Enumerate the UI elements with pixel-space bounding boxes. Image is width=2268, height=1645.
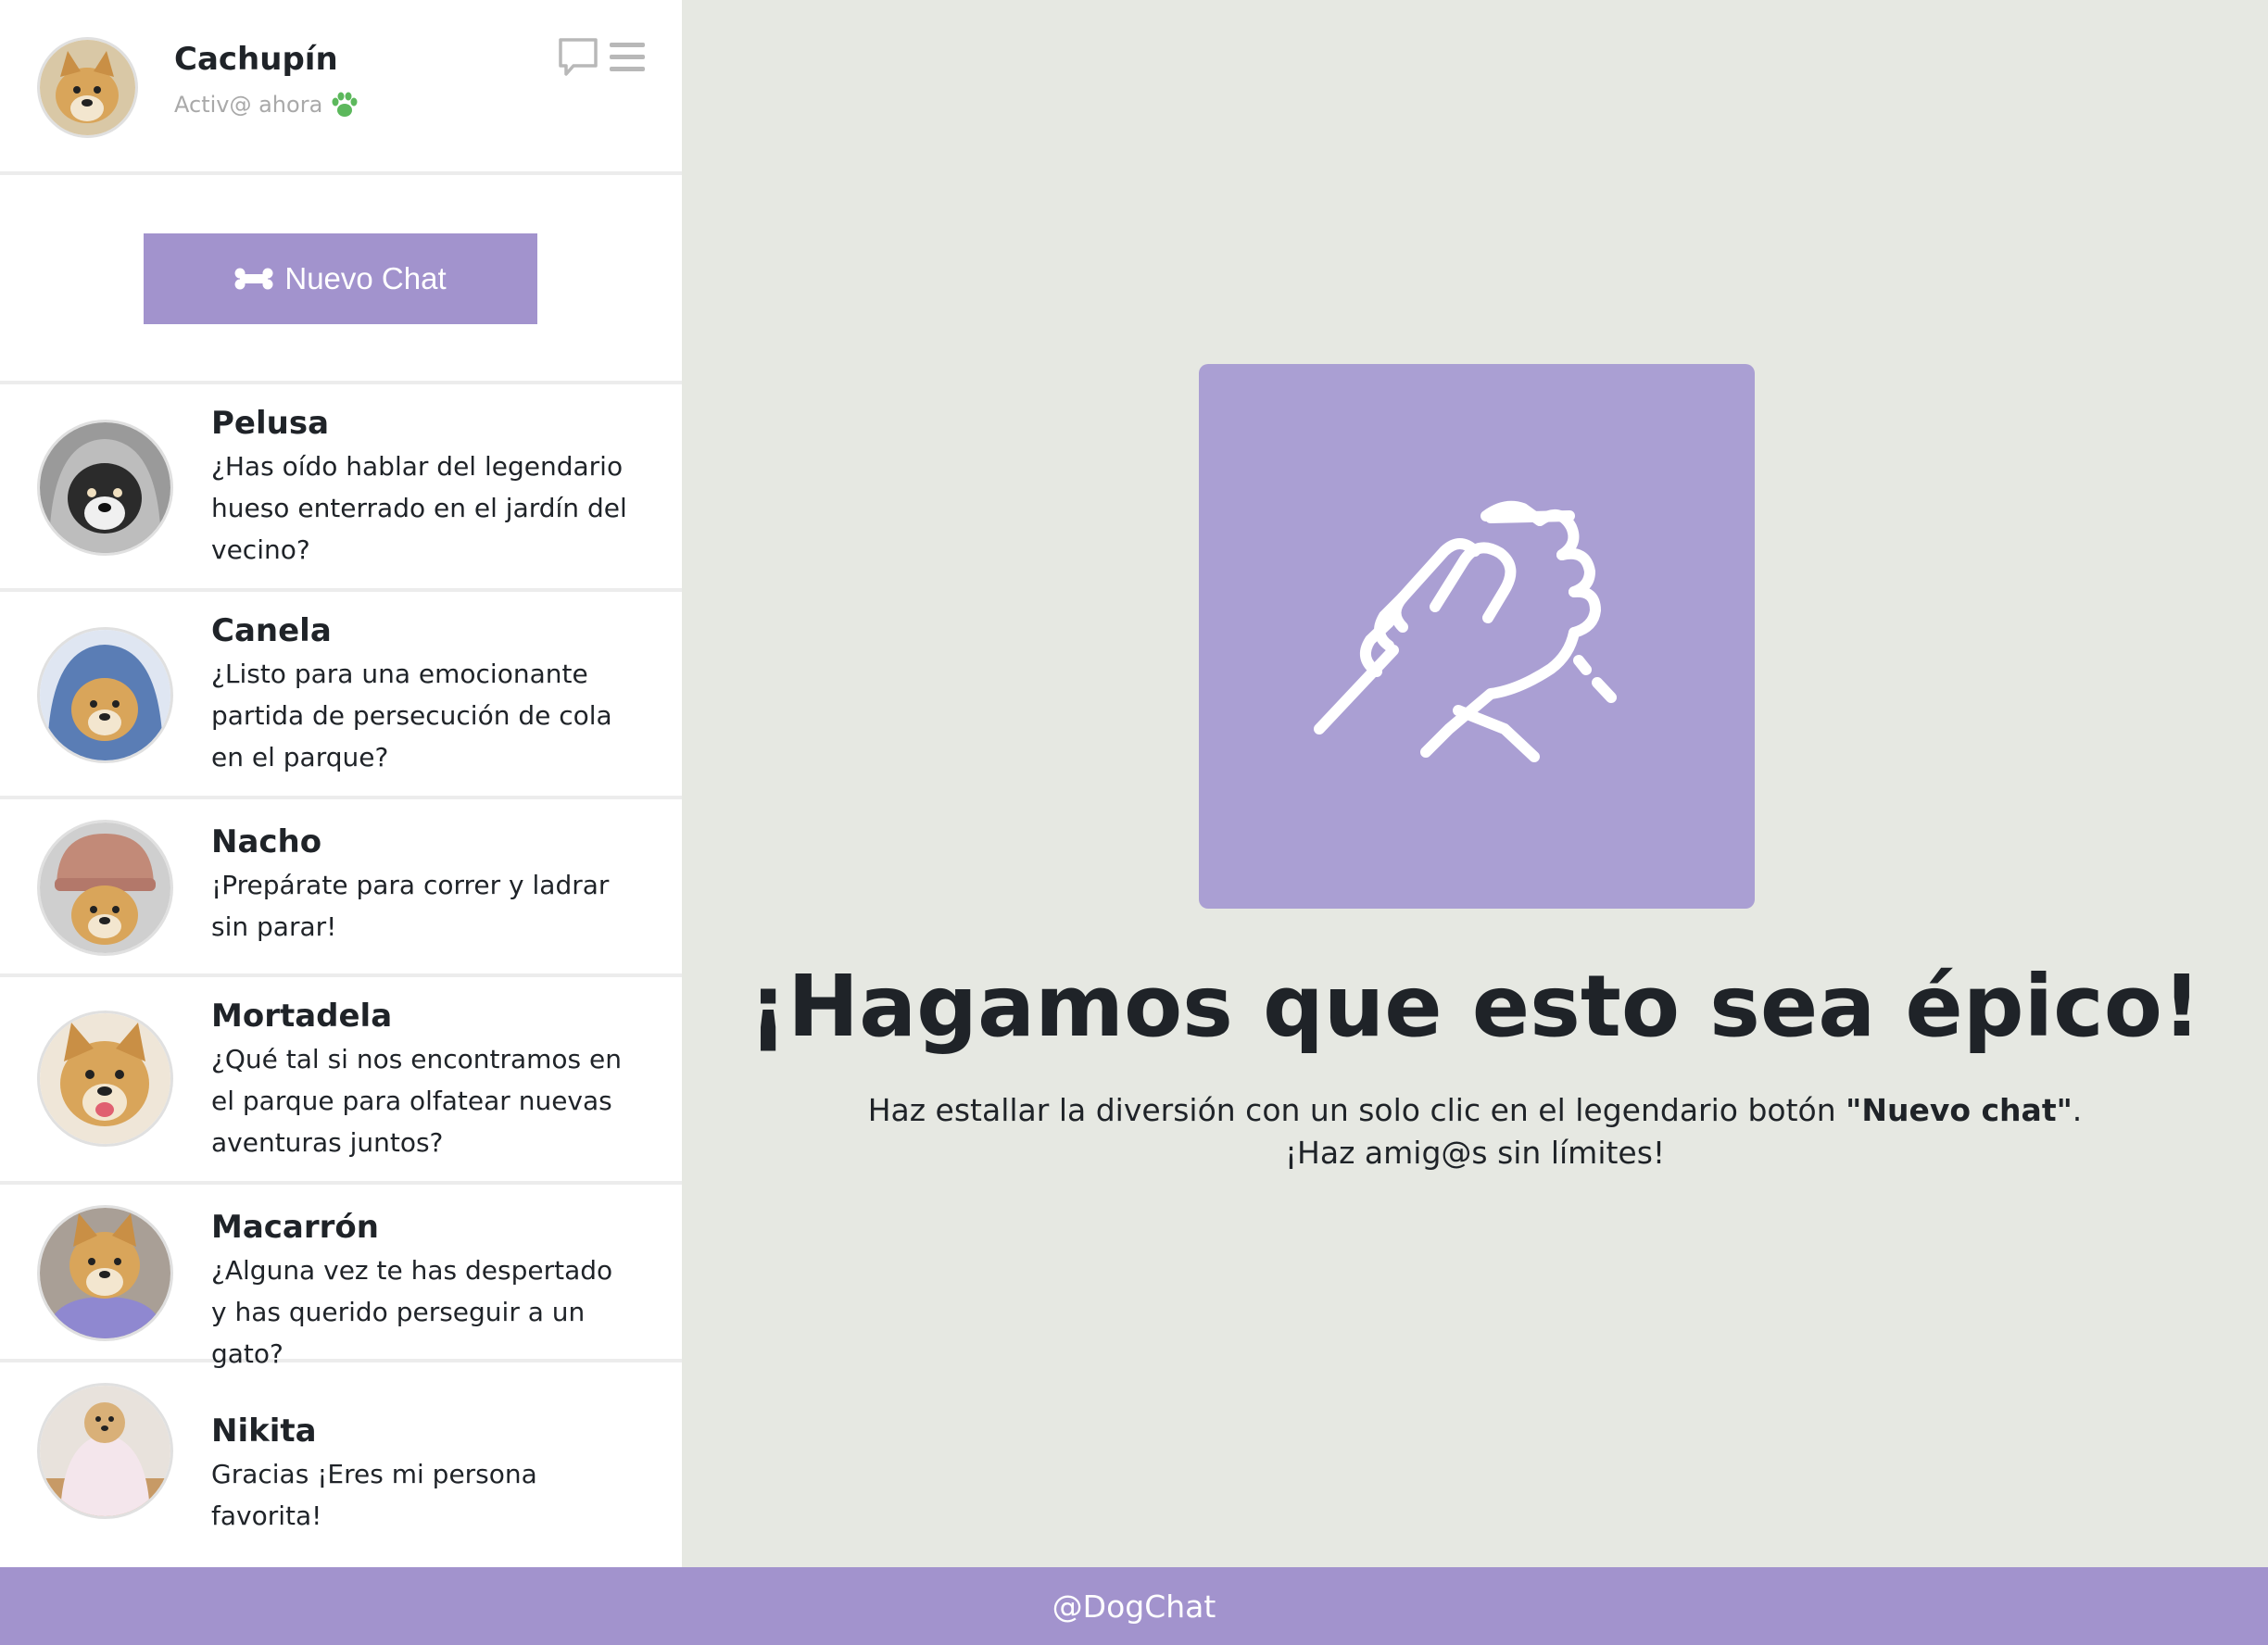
chat-avatar: [37, 627, 173, 763]
hero-illustration: [1199, 364, 1755, 909]
dog-avatar-icon: [40, 822, 170, 953]
chat-message: ¿Listo para una emocionante partida de p…: [211, 659, 612, 772]
chat-name: Macarrón: [211, 1209, 379, 1246]
footer-brand: @DogChat: [1052, 1588, 1216, 1625]
hero-title: ¡Hagamos que esto sea épico!: [749, 957, 2201, 1056]
hero-subtitle-line2: ¡Haz amig@s sin límites!: [1284, 1135, 1666, 1171]
chat-avatar: [37, 820, 173, 956]
chat-item-nikita[interactable]: Nikita Gracias ¡Eres mi persona favorita…: [0, 1362, 682, 1566]
chat-bubble-icon[interactable]: [558, 37, 598, 78]
hero-subtitle: Haz estallar la diversión con un solo cl…: [682, 1089, 2268, 1174]
chat-text: Macarrón ¿Alguna vez te has despertado y…: [211, 1205, 636, 1375]
chat-avatar: [37, 1383, 173, 1519]
new-chat-label: Nuevo Chat: [284, 261, 447, 295]
status-text: Activ@ ahora: [174, 92, 323, 118]
sidebar: Cachupín Activ@ ahora Nuevo Chat Pelusa …: [0, 0, 682, 1567]
chat-name: Pelusa: [211, 405, 330, 442]
paw-icon: [332, 92, 358, 117]
chat-item-canela[interactable]: Canela ¿Listo para una emocionante parti…: [0, 592, 682, 799]
chat-message: Gracias ¡Eres mi persona favorita!: [211, 1459, 537, 1531]
menu-icon[interactable]: [608, 39, 647, 76]
dog-avatar-icon: [40, 40, 135, 135]
chat-message: ¡Prepárate para correr y ladrar sin para…: [211, 870, 610, 942]
chat-item-mortadela[interactable]: Mortadela ¿Qué tal si nos encontramos en…: [0, 977, 682, 1185]
chat-message: ¿Has oído hablar del legendario hueso en…: [211, 451, 627, 565]
chat-avatar: [37, 1011, 173, 1147]
dog-avatar-icon: [40, 1013, 170, 1144]
chat-name: Mortadela: [211, 998, 393, 1035]
chat-message: ¿Alguna vez te has despertado y has quer…: [211, 1255, 613, 1369]
profile-status: Activ@ ahora: [174, 91, 359, 119]
chat-item-macarron[interactable]: Macarrón ¿Alguna vez te has despertado y…: [0, 1185, 682, 1369]
chat-text: Canela ¿Listo para una emocionante parti…: [211, 609, 636, 778]
dog-avatar-icon: [40, 1208, 170, 1338]
dog-avatar-icon: [40, 422, 170, 553]
hero-subtitle-highlight: "Nuevo chat": [1846, 1092, 2073, 1128]
chat-avatar: [37, 1205, 173, 1341]
hero-subtitle-text: Haz estallar la diversión con un solo cl…: [867, 1092, 1846, 1128]
chat-avatar: [37, 420, 173, 556]
chat-item-nacho[interactable]: Nacho ¡Prepárate para correr y ladrar si…: [0, 799, 682, 977]
profile-name: Cachupín: [174, 41, 338, 78]
chat-text: Mortadela ¿Qué tal si nos encontramos en…: [211, 994, 636, 1163]
chat-message: ¿Qué tal si nos encontramos en el parque…: [211, 1044, 622, 1158]
dog-avatar-icon: [40, 1386, 170, 1516]
new-chat-button[interactable]: Nuevo Chat: [144, 233, 537, 324]
footer: @DogChat: [0, 1567, 2268, 1645]
chat-text: Nikita Gracias ¡Eres mi persona favorita…: [211, 1409, 636, 1537]
chat-name: Nikita: [211, 1413, 317, 1450]
main-panel: ¡Hagamos que esto sea épico! Haz estalla…: [682, 0, 2268, 1567]
chat-list: Pelusa ¿Has oído hablar del legendario h…: [0, 384, 682, 1566]
chat-text: Pelusa ¿Has oído hablar del legendario h…: [211, 401, 636, 571]
handshake-icon: [1314, 500, 1617, 762]
bone-icon: [234, 268, 273, 290]
profile-avatar[interactable]: [37, 37, 138, 138]
chat-name: Nacho: [211, 823, 322, 860]
chat-name: Canela: [211, 612, 332, 649]
chat-item-pelusa[interactable]: Pelusa ¿Has oído hablar del legendario h…: [0, 384, 682, 592]
profile-header: Cachupín Activ@ ahora: [0, 0, 682, 175]
chat-text: Nacho ¡Prepárate para correr y ladrar si…: [211, 820, 636, 948]
header-actions: [558, 37, 647, 78]
new-chat-section: Nuevo Chat: [0, 175, 682, 384]
hero-subtitle-end: .: [2072, 1092, 2083, 1128]
dog-avatar-icon: [40, 630, 170, 760]
